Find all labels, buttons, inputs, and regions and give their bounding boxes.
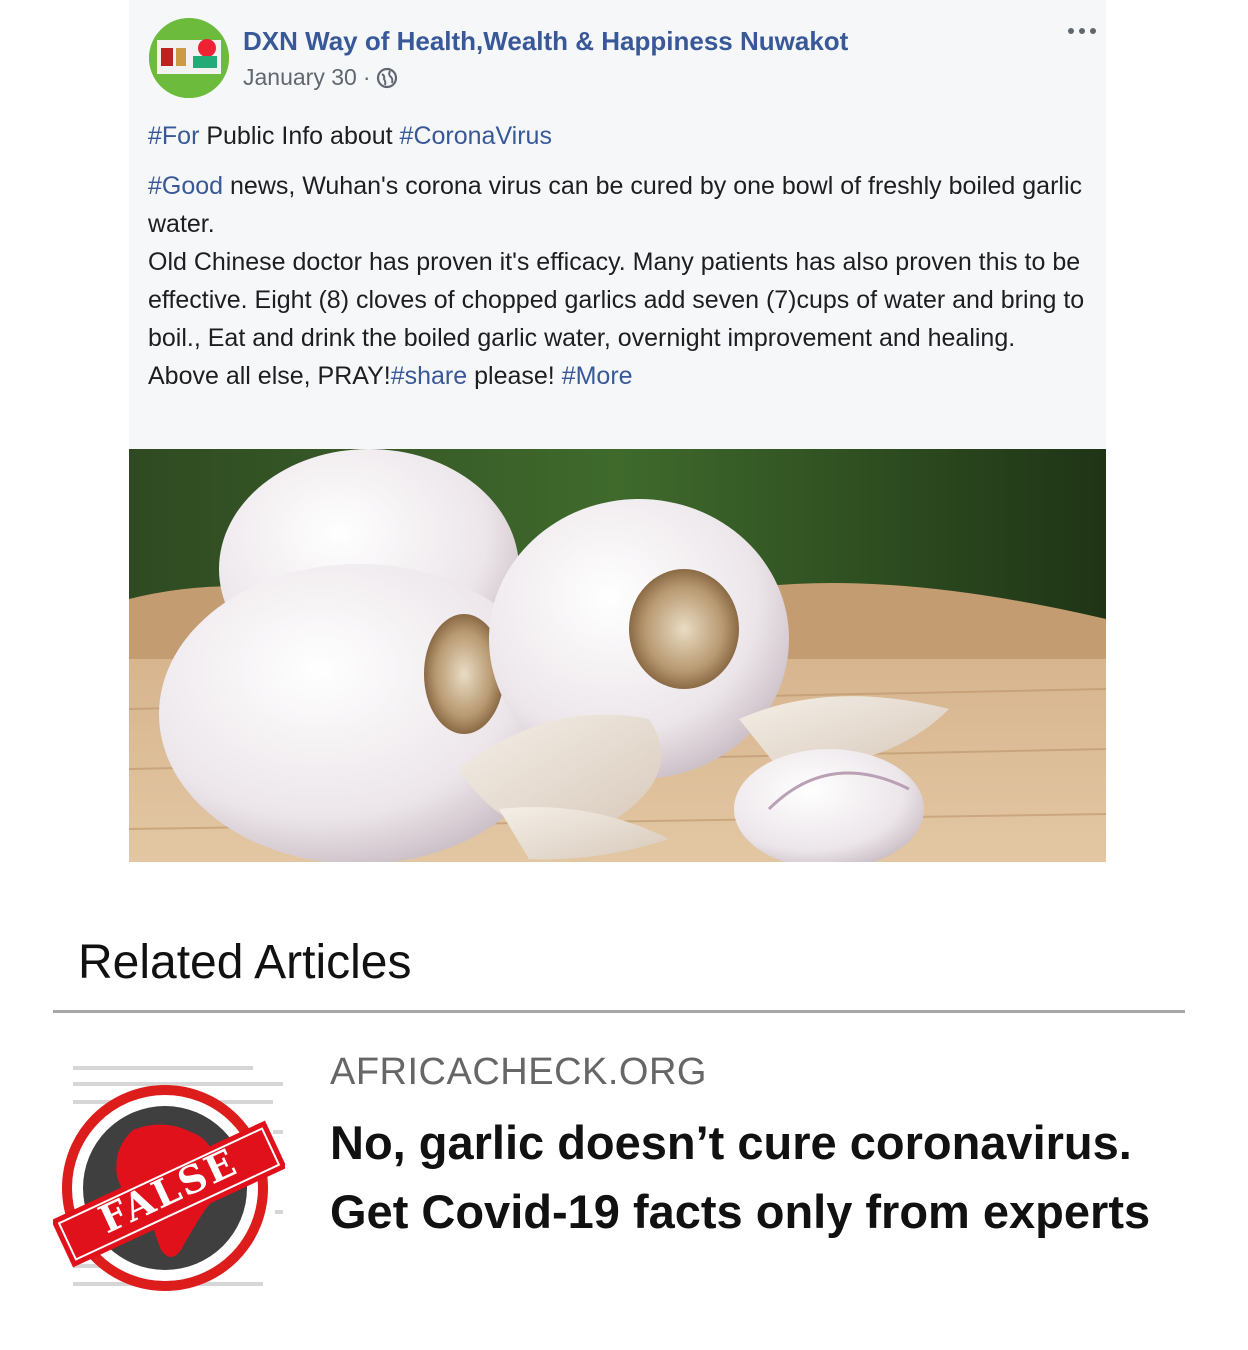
hashtag-good[interactable]: #Good <box>148 172 223 200</box>
more-options-icon[interactable] <box>1062 18 1102 44</box>
paragraph-3-text-2: please! <box>467 362 562 390</box>
hashtag-coronavirus[interactable]: #CoronaVirus <box>400 122 552 150</box>
facebook-post: DXN Way of Health,Wealth & Happiness Nuw… <box>129 0 1106 862</box>
paragraph-3-text-1: Above all else, PRAY! <box>148 362 391 390</box>
page-name[interactable]: DXN Way of Health,Wealth & Happiness Nuw… <box>243 26 848 57</box>
meta-separator: · <box>362 64 371 90</box>
article-source: AFRICACHECK.ORG <box>330 1051 707 1093</box>
page-avatar[interactable] <box>149 18 229 98</box>
intro-text: Public Info about <box>199 122 400 150</box>
divider <box>53 1010 1185 1013</box>
post-intro-line: #For Public Info about #CoronaVirus <box>148 117 1098 155</box>
post-body: #For Public Info about #CoronaVirus #Goo… <box>148 117 1098 395</box>
post-paragraph-3: Above all else, PRAY!#share please! #Mor… <box>148 357 1098 395</box>
globe-icon <box>376 67 398 89</box>
article-headline-link[interactable]: No, garlic doesn’t cure coronavirus. Get… <box>330 1108 1210 1246</box>
hashtag-for[interactable]: #For <box>148 122 199 150</box>
paragraph-1-text: news, Wuhan's corona virus can be cured … <box>148 172 1082 238</box>
hashtag-share[interactable]: #share <box>391 362 467 390</box>
post-paragraph-1: #Good news, Wuhan's corona virus can be … <box>148 167 1098 243</box>
related-articles-heading: Related Articles <box>78 936 412 989</box>
post-date[interactable]: January 30 <box>243 64 357 91</box>
fact-check-thumbnail[interactable]: FALSE <box>53 1060 285 1300</box>
post-paragraph-2: Old Chinese doctor has proven it's effic… <box>148 248 1085 352</box>
hashtag-more[interactable]: #More <box>562 362 633 390</box>
garlic-photo[interactable] <box>129 449 1106 862</box>
post-meta: January 30 · <box>243 64 398 91</box>
